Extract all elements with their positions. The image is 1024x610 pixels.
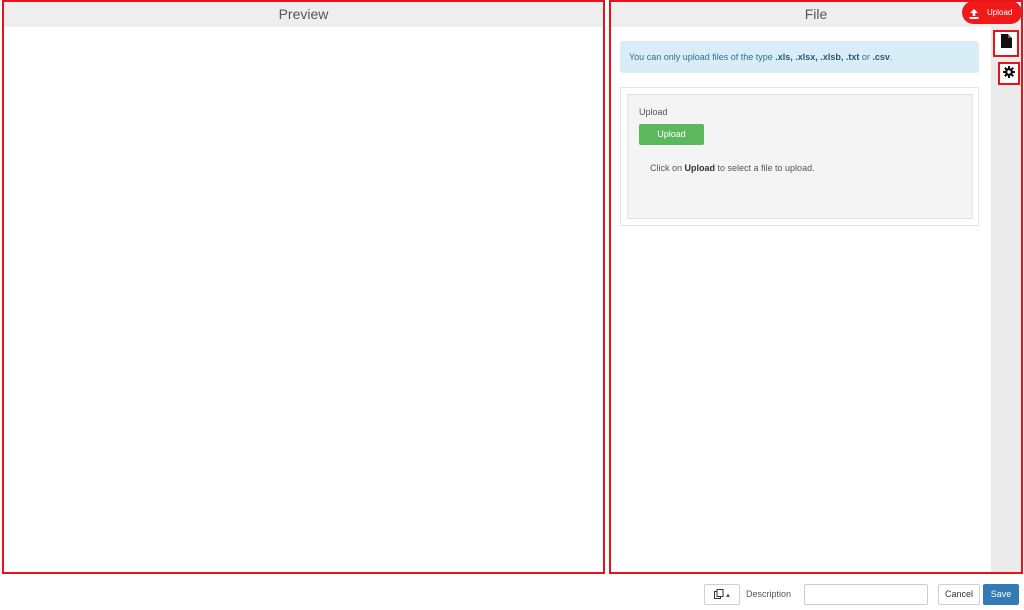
file-icon — [1000, 34, 1012, 53]
upload-icon — [968, 6, 980, 29]
save-button[interactable]: Save — [983, 584, 1019, 605]
description-input[interactable] — [804, 584, 928, 605]
description-label: Description — [746, 589, 792, 599]
header-upload-label: Upload — [987, 8, 1013, 17]
file-panel-title: File — [611, 2, 1021, 27]
gear-icon — [1003, 65, 1015, 83]
upload-well: Upload Upload Click on Upload to select … — [627, 94, 973, 219]
side-toolbar — [991, 27, 1021, 572]
upload-label: Upload — [639, 107, 668, 117]
info-last-type: .csv — [872, 52, 890, 62]
hint-bold: Upload — [684, 163, 716, 173]
side-settings-button[interactable] — [998, 62, 1020, 85]
upload-section: Upload Upload Click on Upload to select … — [620, 87, 979, 226]
file-panel: File You can only upload files of the ty… — [609, 0, 1023, 574]
info-or: or — [859, 52, 873, 62]
copy-dropdown-button[interactable]: ▴ — [704, 584, 740, 605]
header-upload-button[interactable]: Upload — [962, 1, 1022, 24]
info-types: .xls, .xlsx, .xlsb, .txt — [775, 52, 860, 62]
hint-suffix: to select a file to upload. — [715, 163, 815, 173]
side-file-button[interactable] — [993, 30, 1019, 57]
file-type-info: You can only upload files of the type .x… — [620, 41, 979, 73]
copy-icon — [714, 588, 724, 601]
info-text: You can only upload files of the type — [629, 52, 776, 62]
upload-button[interactable]: Upload — [639, 124, 704, 145]
preview-panel: Preview — [2, 0, 605, 574]
hint-prefix: Click on — [650, 163, 685, 173]
cancel-button[interactable]: Cancel — [938, 584, 980, 605]
caret-up-icon: ▴ — [726, 591, 730, 599]
info-suffix: . — [889, 52, 893, 62]
preview-title: Preview — [4, 2, 603, 27]
upload-hint: Click on Upload to select a file to uplo… — [650, 163, 815, 173]
